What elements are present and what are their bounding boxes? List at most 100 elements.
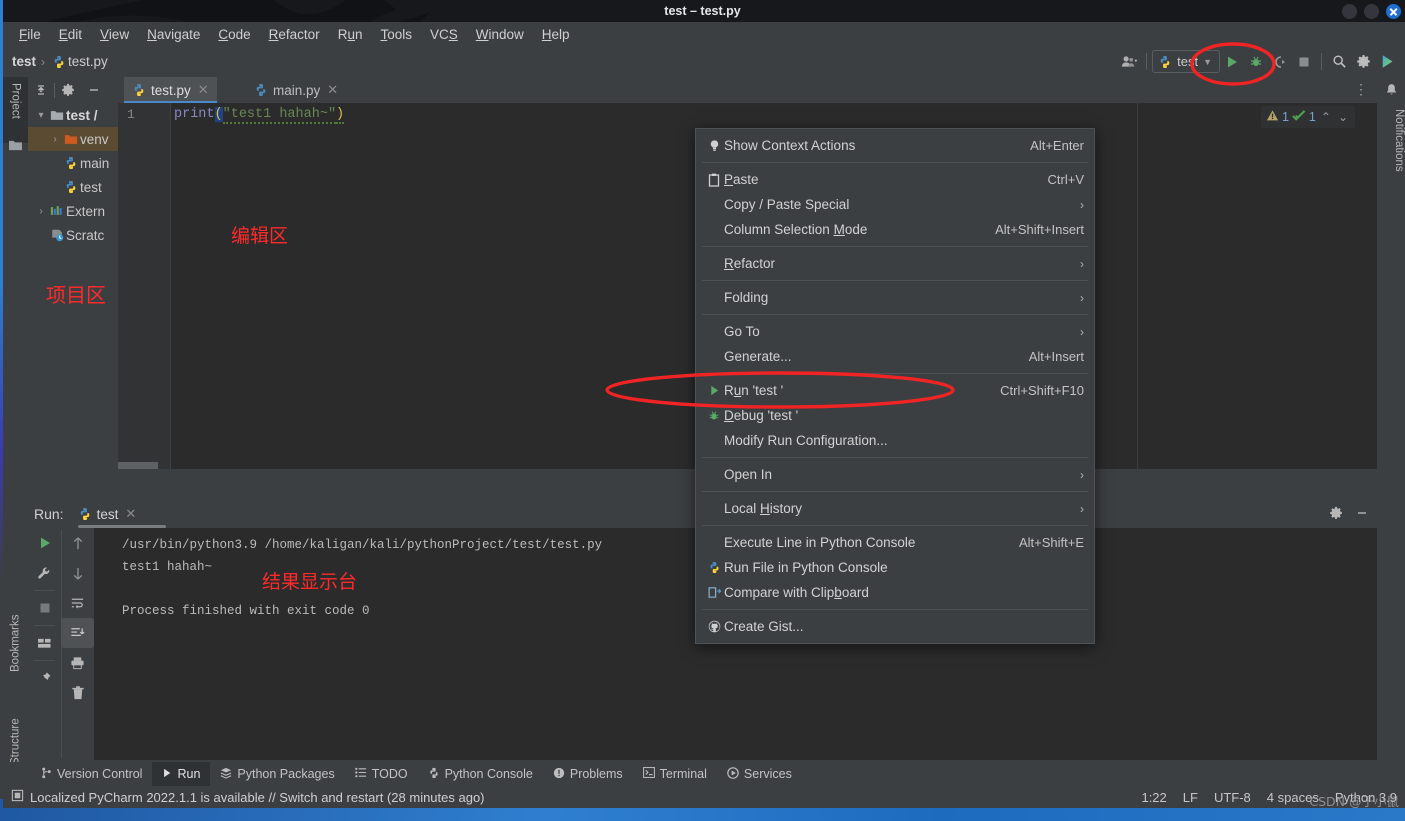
collapse-all-icon[interactable] — [28, 77, 54, 103]
gear-icon[interactable] — [1329, 506, 1343, 523]
menu-code[interactable]: Code — [209, 26, 259, 43]
updates-icon[interactable] — [1375, 50, 1399, 74]
tree-item-main-py[interactable]: main — [28, 151, 118, 175]
tab-overflow-icon[interactable]: ⋮ — [1354, 81, 1369, 98]
menu-item-debug-test[interactable]: Debug 'test ' — [696, 403, 1094, 428]
caret-position[interactable]: 1:22 — [1141, 790, 1166, 805]
previous-problem-icon[interactable]: ⌃ — [1319, 110, 1333, 124]
menu-item-show-context-actions[interactable]: Show Context Actions Alt+Enter — [696, 133, 1094, 158]
close-tab-icon[interactable]: ✕ — [327, 82, 338, 98]
gear-icon[interactable] — [1351, 50, 1375, 74]
rerun-button[interactable] — [28, 528, 61, 558]
chevron-right-icon[interactable]: › — [34, 206, 48, 217]
stop-button[interactable] — [1292, 50, 1316, 74]
chevron-right-icon[interactable]: › — [48, 134, 62, 145]
arrow-up-icon[interactable] — [61, 528, 94, 558]
menu-item-label: Run File in Python Console — [724, 560, 888, 575]
bottom-tab-todo[interactable]: TODO — [345, 762, 418, 786]
bottom-tab-services[interactable]: Services — [717, 762, 802, 786]
hide-panel-icon[interactable] — [81, 77, 107, 103]
status-message[interactable]: Localized PyCharm 2022.1.1 is available … — [11, 789, 485, 805]
menu-run[interactable]: Run — [329, 26, 372, 43]
bottom-tab-terminal[interactable]: Terminal — [633, 762, 717, 786]
editor-tab-test-py[interactable]: test.py ✕ — [124, 77, 217, 103]
user-avatar-icon[interactable] — [1117, 50, 1141, 74]
menu-item-paste[interactable]: Paste Ctrl+V — [696, 167, 1094, 192]
bottom-tab-run[interactable]: Run — [152, 762, 211, 786]
tree-item-test-root[interactable]: ▾ test / — [28, 103, 118, 127]
wrench-icon[interactable] — [28, 558, 61, 588]
sidebar-item-structure[interactable]: Structure — [3, 685, 28, 771]
divider — [34, 625, 55, 626]
layout-icon[interactable] — [28, 628, 61, 658]
bottom-tab-version-control[interactable]: Version Control — [31, 762, 152, 786]
sidebar-item-project[interactable]: Project — [3, 77, 28, 143]
menu-item-compare-with-clipboard[interactable]: Compare with Clipboard — [696, 580, 1094, 605]
menu-vcs[interactable]: VCS — [421, 26, 467, 43]
stop-button[interactable] — [28, 593, 61, 623]
tree-item-venv[interactable]: › venv — [28, 127, 118, 151]
print-icon[interactable] — [61, 648, 94, 678]
arrow-down-icon[interactable] — [61, 558, 94, 588]
chevron-down-icon[interactable]: ▾ — [34, 110, 48, 121]
menu-item-run-file-in-python-console[interactable]: Run File in Python Console — [696, 555, 1094, 580]
run-tab-test[interactable]: test ✕ — [77, 500, 166, 528]
next-problem-icon[interactable]: ⌄ — [1336, 110, 1350, 124]
editor-horizontal-scrollbar[interactable] — [118, 462, 158, 469]
menu-item-open-in[interactable]: Open In › — [696, 462, 1094, 487]
menu-item-copy-paste-special[interactable]: Copy / Paste Special › — [696, 192, 1094, 217]
bottom-tab-python-console[interactable]: Python Console — [418, 762, 543, 786]
menu-item-refactor[interactable]: Refactor › — [696, 251, 1094, 276]
sidebar-item-bookmarks[interactable]: Bookmarks — [3, 584, 28, 678]
menu-file[interactable]: File — [10, 26, 50, 43]
menu-refactor[interactable]: Refactor — [260, 26, 329, 43]
menu-edit[interactable]: Edit — [50, 26, 91, 43]
tree-item-external-libraries[interactable]: › Extern — [28, 199, 118, 223]
trash-icon[interactable] — [61, 678, 94, 708]
maximize-button[interactable] — [1364, 3, 1379, 19]
menu-item-go-to[interactable]: Go To › — [696, 319, 1094, 344]
coverage-button[interactable] — [1268, 50, 1292, 74]
menu-item-create-gist[interactable]: Create Gist... — [696, 614, 1094, 639]
breadcrumb-project[interactable]: test — [12, 54, 36, 69]
close-tab-icon[interactable]: ✕ — [198, 82, 209, 98]
editor-tab-main-py[interactable]: main.py ✕ — [246, 77, 346, 103]
menu-window[interactable]: Window — [467, 26, 533, 43]
menu-item-run-test[interactable]: Run 'test ' Ctrl+Shift+F10 — [696, 378, 1094, 403]
menu-item-local-history[interactable]: Local History › — [696, 496, 1094, 521]
menu-help[interactable]: Help — [533, 26, 579, 43]
minimize-button[interactable] — [1342, 3, 1357, 19]
bottom-tab-python-packages[interactable]: Python Packages — [210, 762, 344, 786]
menu-item-generate[interactable]: Generate... Alt+Insert — [696, 344, 1094, 369]
menu-navigate[interactable]: Navigate — [138, 26, 209, 43]
editor-gutter[interactable]: 1 — [118, 103, 170, 469]
search-icon[interactable] — [1327, 50, 1351, 74]
pin-icon[interactable] — [28, 663, 61, 693]
menu-tools[interactable]: Tools — [371, 26, 421, 43]
tree-item-test-py[interactable]: test — [28, 175, 118, 199]
inspection-widget[interactable]: 1 1 ⌃ ⌄ — [1260, 106, 1355, 128]
breadcrumb-file[interactable]: test.py — [68, 54, 108, 69]
project-settings-gear-icon[interactable] — [55, 77, 81, 103]
scroll-to-end-icon[interactable] — [61, 618, 94, 648]
close-button[interactable] — [1386, 3, 1401, 19]
tree-item-label: main — [80, 155, 110, 171]
minimize-icon[interactable] — [1355, 506, 1369, 523]
warning-icon — [1266, 109, 1279, 125]
tree-item-scratches[interactable]: Scratc — [28, 223, 118, 247]
watermark: CSDN @于小鼠 — [1309, 794, 1399, 809]
close-run-tab-icon[interactable]: ✕ — [125, 506, 136, 522]
run-configuration-selector[interactable]: test ▼ — [1152, 50, 1220, 73]
menu-item-folding[interactable]: Folding › — [696, 285, 1094, 310]
file-encoding[interactable]: UTF-8 — [1214, 790, 1251, 805]
menu-item-column-selection-mode[interactable]: Column Selection Mode Alt+Shift+Insert — [696, 217, 1094, 242]
line-separator[interactable]: LF — [1183, 790, 1198, 805]
bottom-tab-problems[interactable]: Problems — [543, 762, 633, 786]
menu-item-modify-run-configuration[interactable]: Modify Run Configuration... — [696, 428, 1094, 453]
debug-button[interactable] — [1244, 50, 1268, 74]
sidebar-item-notifications[interactable]: Notifications — [1377, 83, 1405, 172]
menu-item-execute-line-in-python-console[interactable]: Execute Line in Python Console Alt+Shift… — [696, 530, 1094, 555]
menu-view[interactable]: View — [91, 26, 138, 43]
soft-wrap-icon[interactable] — [61, 588, 94, 618]
run-button[interactable] — [1220, 50, 1244, 74]
